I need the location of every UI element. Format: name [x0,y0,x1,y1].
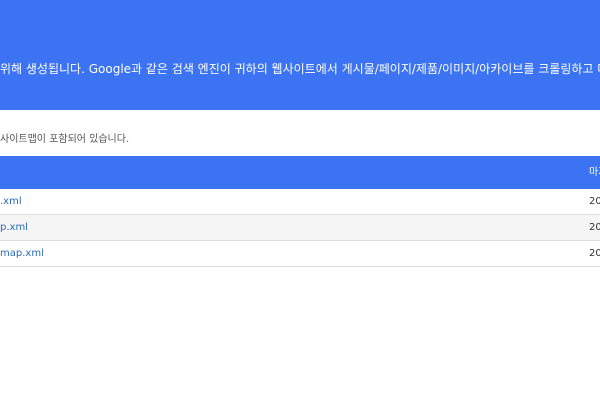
sitemap-link[interactable]: .xml [0,195,22,209]
column-header-last-modified[interactable]: 마지 [589,166,600,180]
sitemap-link[interactable]: map.xml [0,247,44,261]
last-modified-cell: 202 [589,196,600,207]
last-modified-cell: 202 [589,222,600,233]
header-description: 위해 생성됩니다. Google과 같은 검색 엔진이 귀하의 웹사이트에서 게… [0,62,600,76]
table-header: 마지 [0,156,600,189]
table-row: map.xml 202 [0,241,600,267]
table-row: .xml 202 [0,189,600,215]
page-header: 위해 생성됩니다. Google과 같은 검색 엔진이 귀하의 웹사이트에서 게… [0,0,600,110]
sitemap-link[interactable]: p.xml [0,221,28,235]
table-row: p.xml 202 [0,215,600,241]
last-modified-cell: 202 [589,248,600,259]
sitemap-table: 마지 .xml 202 p.xml 202 map.xml 202 [0,156,600,267]
intro-text: 사이트맵이 포함되어 있습니다. [0,134,130,145]
